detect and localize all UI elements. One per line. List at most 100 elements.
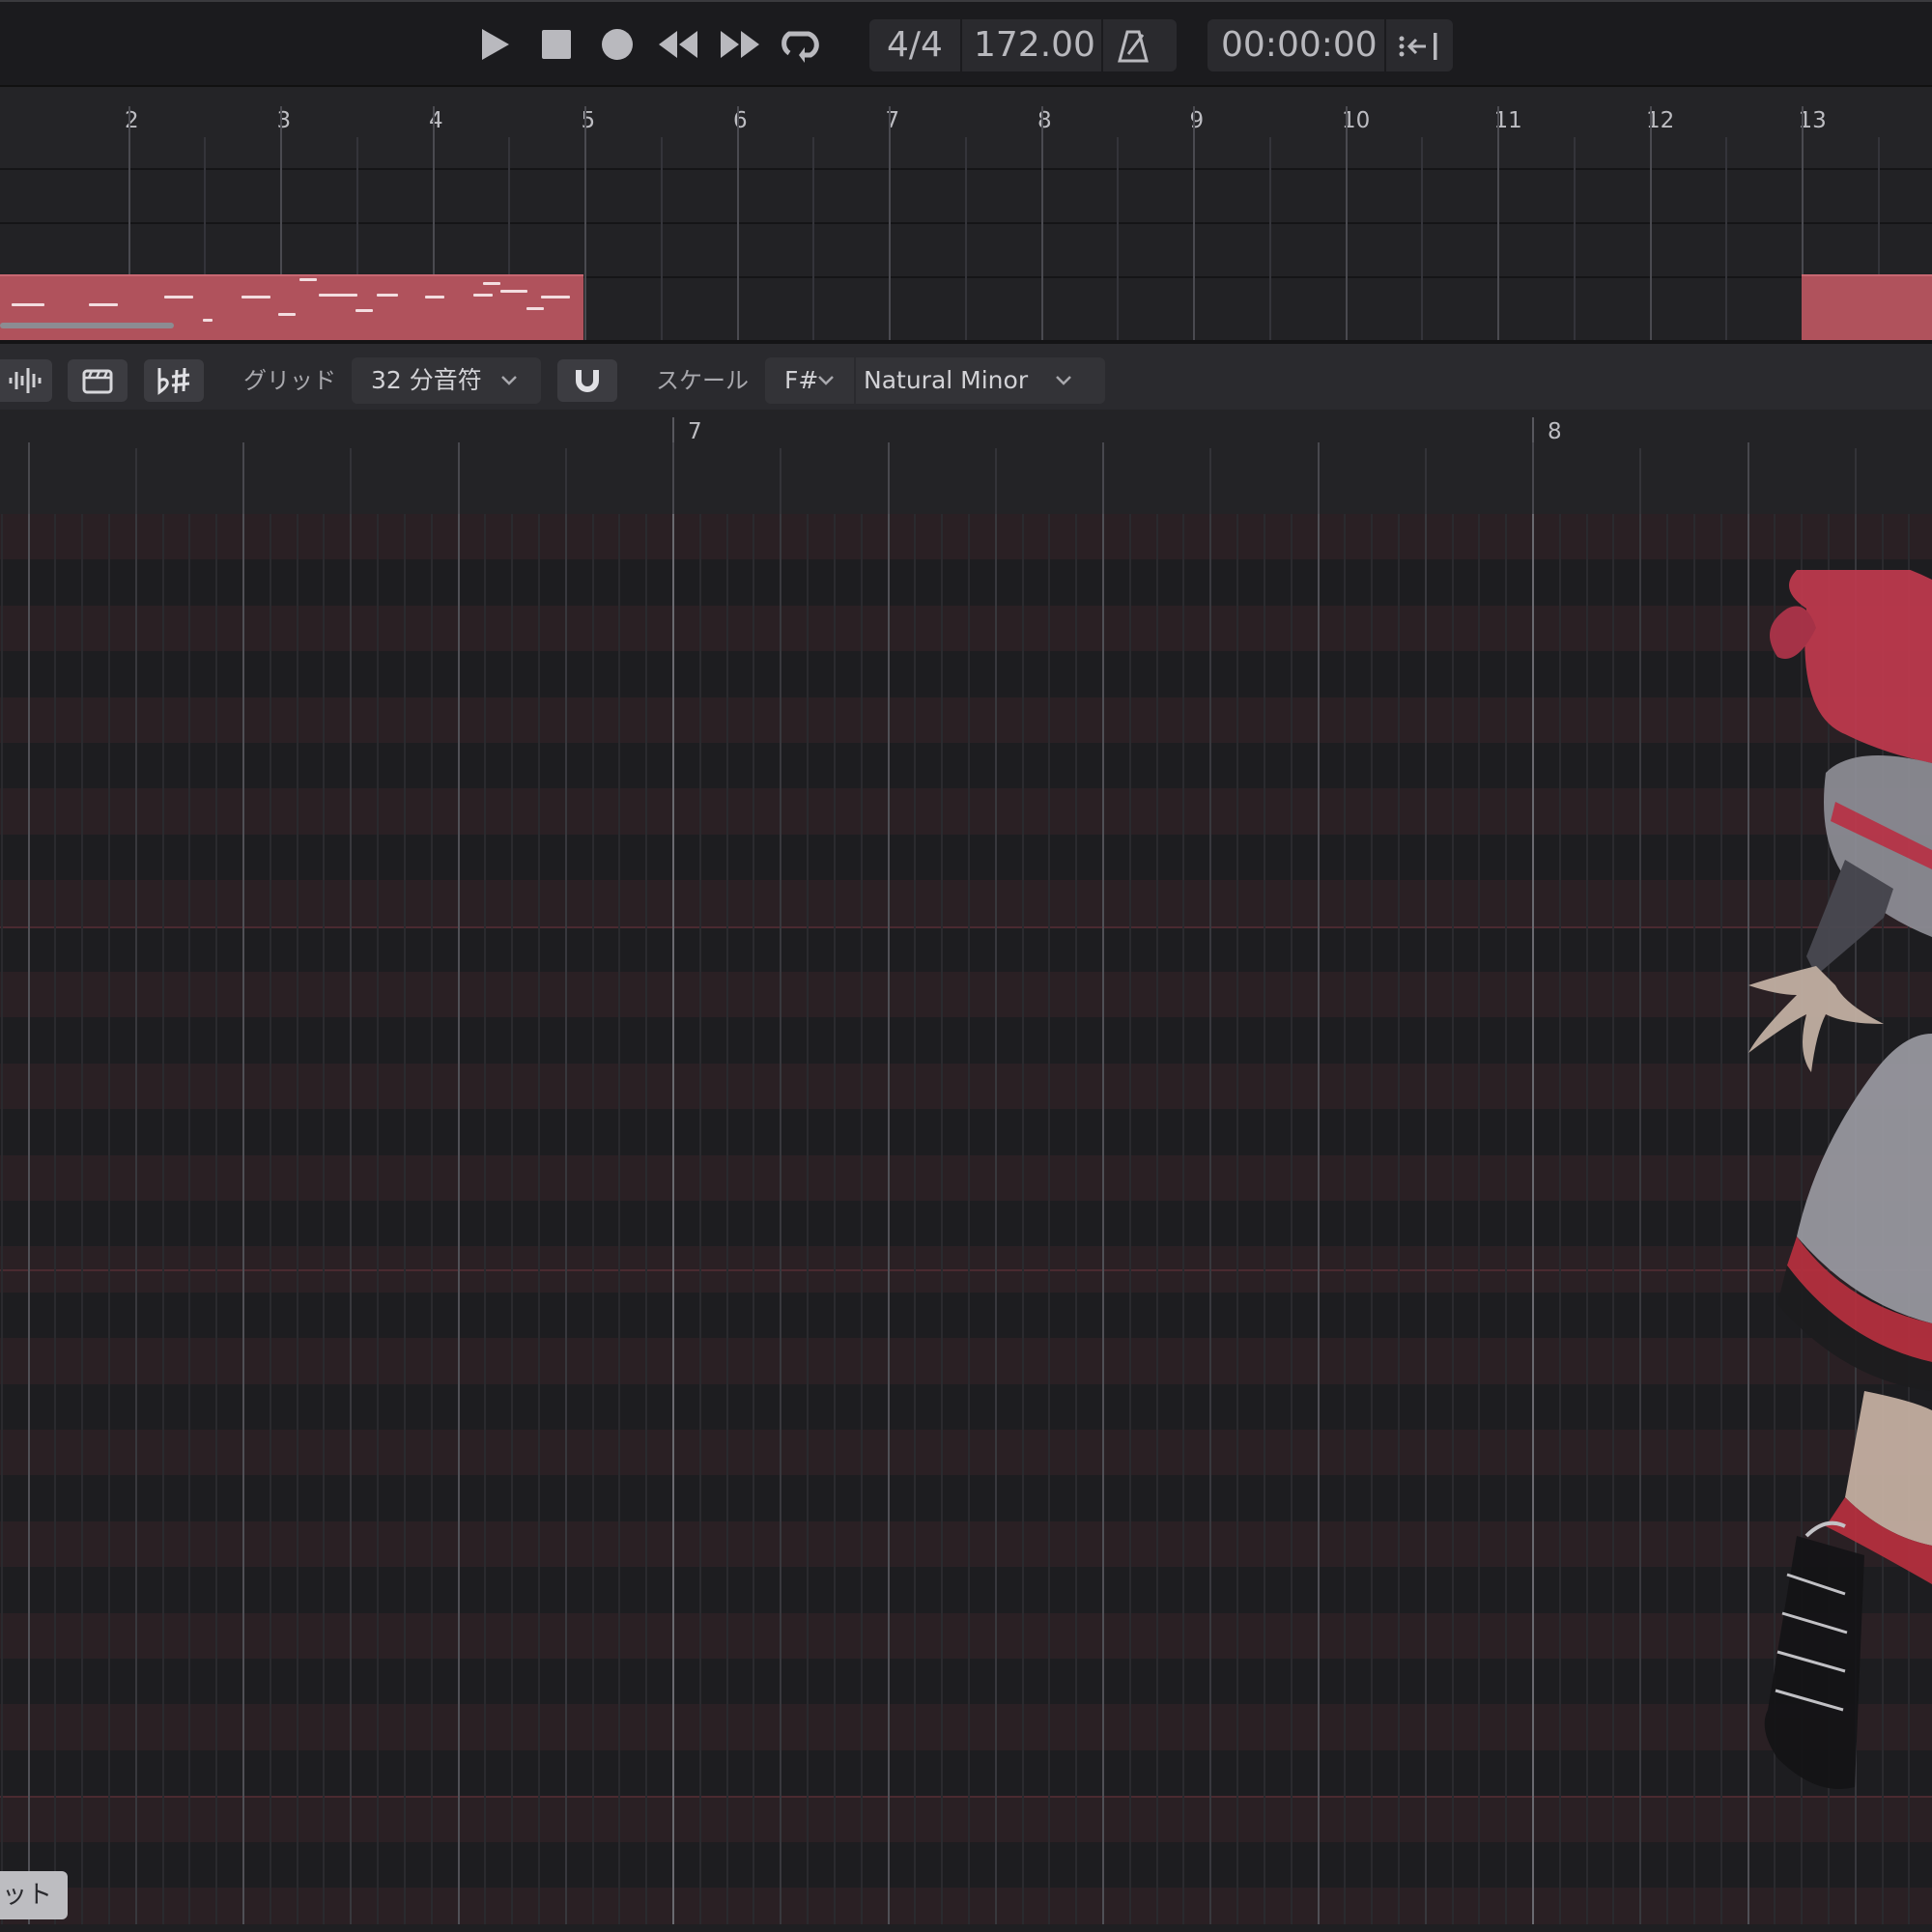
ruler-tick [1317, 442, 1320, 514]
grid-line [564, 514, 567, 1924]
piano-lane [0, 1430, 1932, 1476]
waveform-icon [9, 368, 42, 393]
grid-value: 32 分音符 [371, 366, 482, 394]
piano-lane [0, 1201, 1932, 1247]
time-signature[interactable]: 4/4 [887, 19, 943, 71]
divider [960, 19, 962, 71]
scale-mode-dropdown[interactable]: Natural Minor [856, 357, 1105, 404]
play-button[interactable] [473, 23, 516, 66]
metronome-icon [1118, 30, 1149, 63]
beat-line [1117, 137, 1120, 340]
piano-lane [0, 1796, 1932, 1842]
piano-lane [0, 1475, 1932, 1521]
grid-dropdown[interactable]: 32 分音符 [352, 357, 541, 404]
grid-line [1182, 514, 1185, 1924]
bar-line [1497, 106, 1499, 340]
record-button[interactable] [596, 23, 639, 66]
ruler-tick [672, 442, 674, 514]
grid-line [833, 514, 836, 1924]
grid-line [1558, 514, 1561, 1924]
mini-note [89, 303, 118, 306]
octave-line [0, 1796, 1932, 1799]
piano-lane [0, 1338, 1932, 1384]
grid-line [0, 514, 3, 1924]
piano-lane [0, 1659, 1932, 1705]
grid-line [430, 514, 433, 1924]
mini-note [164, 296, 193, 298]
beat-line [1725, 137, 1728, 340]
grid-line [1478, 514, 1481, 1924]
reset-button[interactable]: ット [0, 1871, 68, 1919]
mini-note [377, 294, 398, 297]
return-to-start-icon [1399, 33, 1437, 60]
grid-line [134, 514, 137, 1924]
piano-lane [0, 1520, 1932, 1568]
rewind-button[interactable] [657, 23, 699, 66]
scale-key-dropdown[interactable]: F# [765, 357, 854, 404]
bar-line [736, 106, 739, 340]
stop-button[interactable] [535, 23, 578, 66]
loop-button[interactable] [779, 23, 821, 66]
ruler-tick [1532, 442, 1534, 514]
piano-roll-toolbar: グリッド 32 分音符 スケール F# Natural Minor [0, 340, 1932, 410]
chevron-down-icon [818, 376, 834, 385]
bar-number: 4 [429, 108, 443, 133]
scale-dropdown: F# Natural Minor [765, 357, 1105, 404]
beat-line [812, 137, 815, 340]
return-to-start-button[interactable] [1397, 29, 1445, 62]
fast-forward-icon [721, 31, 759, 58]
mini-note [242, 296, 270, 298]
grid-line [1451, 514, 1454, 1924]
grid-line [403, 514, 406, 1924]
grid-line [1102, 514, 1104, 1924]
waveform-button[interactable] [0, 359, 52, 402]
accidental-button[interactable] [144, 359, 204, 402]
piano-lane [0, 880, 1932, 926]
mini-note [483, 282, 500, 285]
bar-number: 7 [885, 108, 900, 133]
midi-clip[interactable] [1802, 274, 1932, 340]
beat-line [964, 137, 967, 340]
bar-number: 8 [1037, 108, 1052, 133]
midi-clip[interactable] [0, 274, 583, 340]
beat-line [1268, 137, 1271, 340]
video-button[interactable] [68, 359, 128, 402]
mini-note [203, 319, 213, 322]
grid-line [1209, 514, 1212, 1924]
mini-note [299, 278, 317, 281]
piano-roll-grid[interactable] [0, 514, 1932, 1924]
grid-line [1263, 514, 1265, 1924]
scale-key: F# [784, 366, 819, 394]
metronome-button[interactable] [1117, 29, 1161, 63]
grid-line [1155, 514, 1158, 1924]
grid-line [914, 514, 917, 1924]
grid-label: グリッド [243, 367, 336, 394]
grid-line [27, 514, 30, 1924]
grid-line [188, 514, 191, 1924]
piano-lane [0, 1841, 1932, 1888]
beat-line [660, 137, 663, 340]
grid-line [54, 514, 57, 1924]
ruler-tick [134, 448, 137, 514]
grid-line [941, 514, 944, 1924]
ruler-tick [1747, 442, 1749, 514]
tempo-value[interactable]: 172.00 [974, 19, 1095, 71]
magnet-icon [576, 370, 599, 392]
record-icon [602, 29, 633, 60]
beat-line [1573, 137, 1576, 340]
beat-line [1421, 137, 1424, 340]
grid-line [350, 514, 353, 1924]
grid-line [1290, 514, 1293, 1924]
ruler-tick [1102, 442, 1104, 514]
piano-lane [0, 1612, 1932, 1659]
grid-line [1639, 514, 1642, 1924]
snap-button[interactable] [557, 359, 617, 402]
clip-scrollbar[interactable] [0, 323, 174, 328]
clapperboard-icon [82, 369, 113, 394]
ruler-tick [1854, 448, 1857, 514]
grid-line [1424, 514, 1427, 1924]
flat-sharp-icon [157, 367, 190, 395]
grid-line [780, 514, 782, 1924]
fast-forward-button[interactable] [719, 23, 761, 66]
piano-roll-ruler[interactable]: 78 [0, 410, 1932, 514]
